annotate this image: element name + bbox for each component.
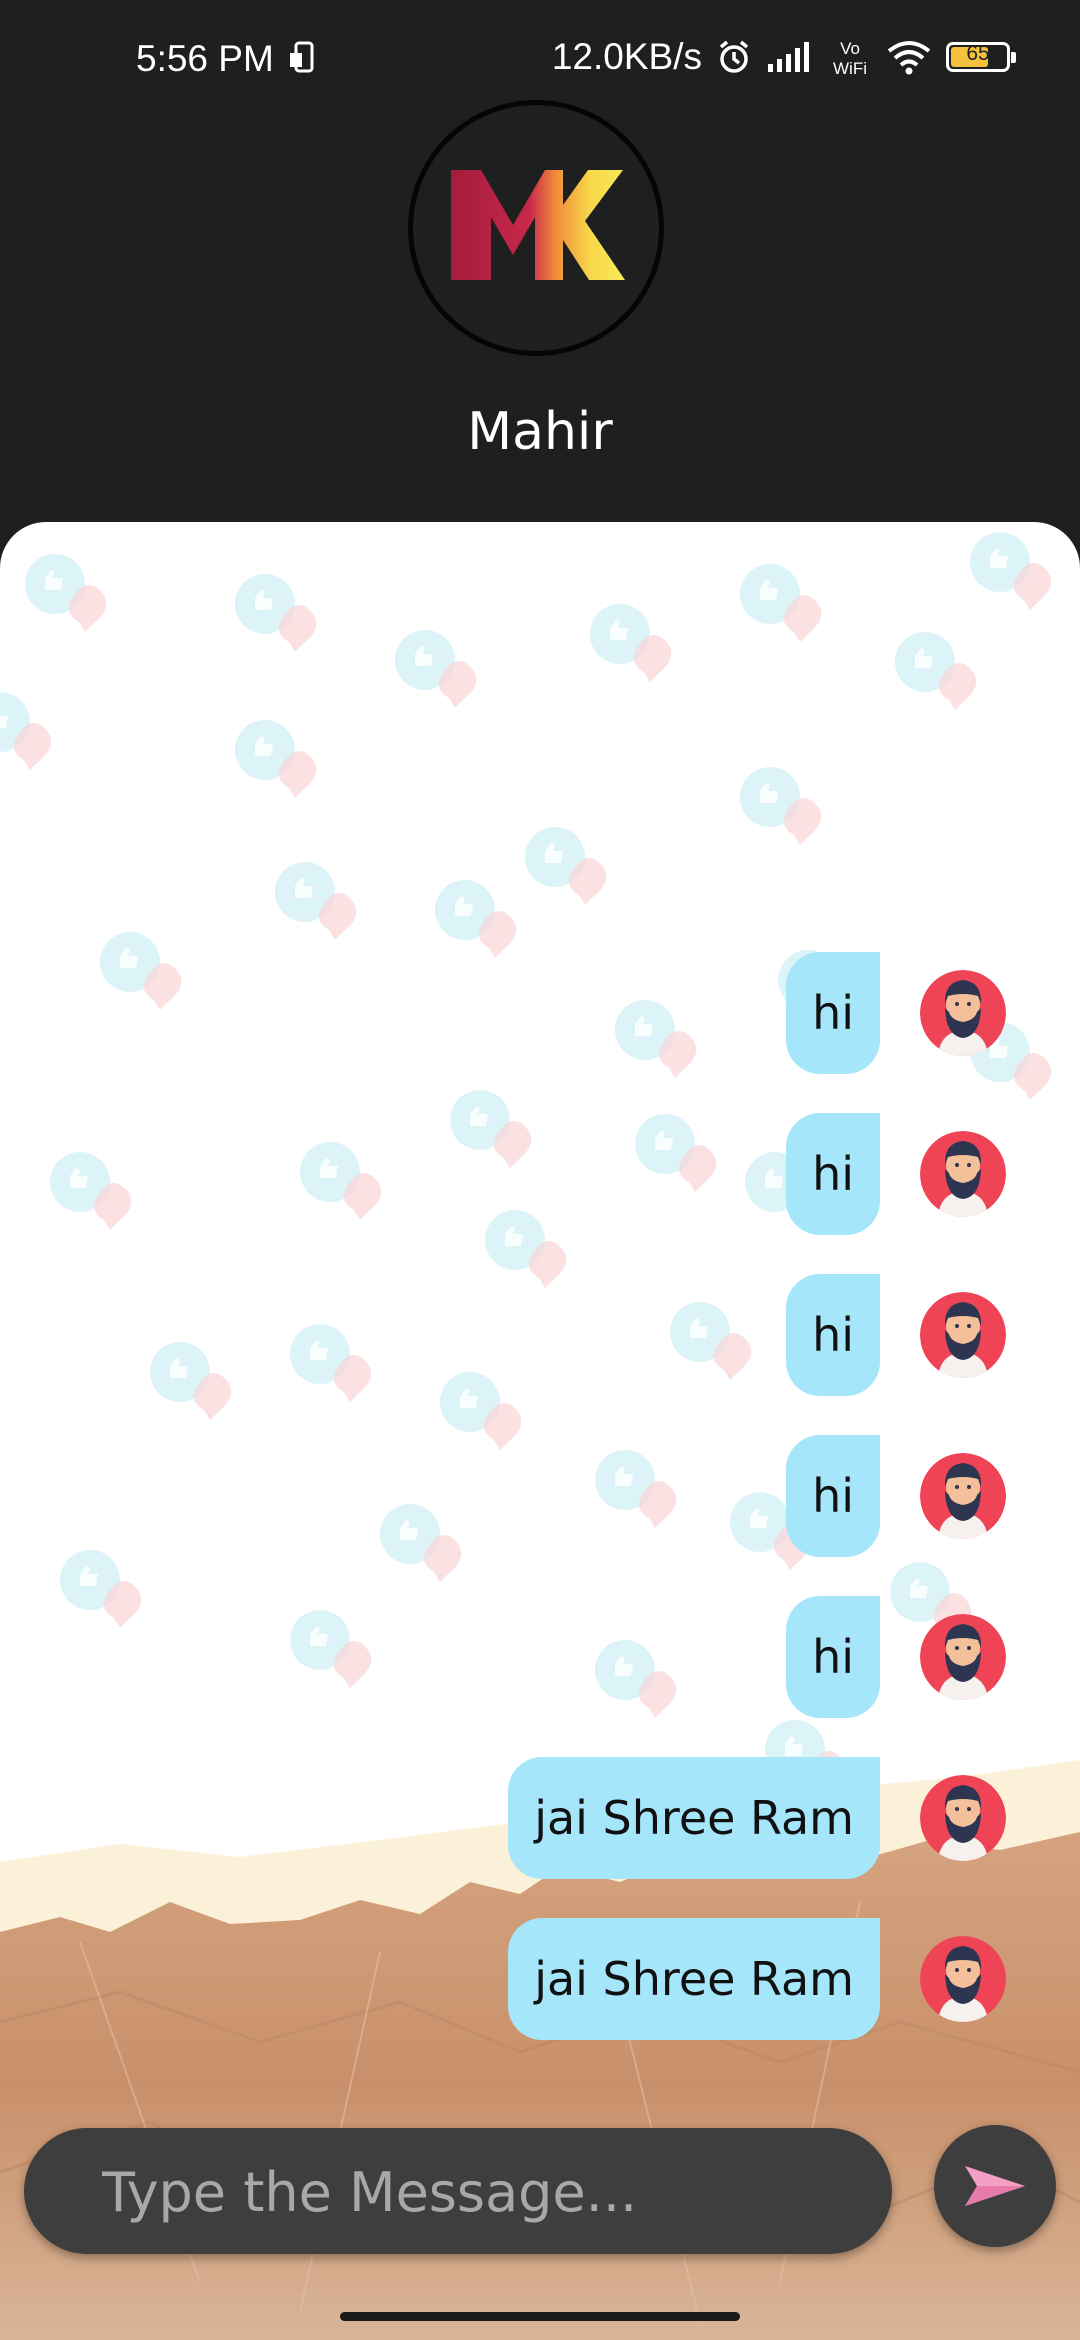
alarm-icon: [719, 40, 749, 73]
message-text: hi: [812, 1469, 854, 1523]
message-bubble[interactable]: hi: [786, 1435, 880, 1557]
sender-avatar: [920, 1131, 1006, 1217]
sender-avatar: [920, 1775, 1006, 1861]
sender-avatar: [920, 1453, 1006, 1539]
battery-icon: 65: [946, 42, 1016, 72]
contact-name: Mahir: [467, 402, 613, 462]
svg-text:Vo: Vo: [840, 39, 860, 58]
chat-panel: hi hi hi hi hi jai Shree Ram jai Shree Ram: [0, 522, 1080, 2340]
message-bubble[interactable]: hi: [786, 1113, 880, 1235]
message-text: hi: [812, 986, 854, 1040]
sender-avatar: [920, 970, 1006, 1056]
message-composer: [24, 2128, 892, 2256]
wifi-icon: [887, 41, 931, 75]
network-speed: 12.0KB/s: [551, 36, 702, 77]
message-input[interactable]: [100, 2128, 864, 2256]
send-button[interactable]: [934, 2125, 1056, 2247]
paper-texture-background: [0, 1760, 1080, 2340]
message-text: jai Shree Ram: [534, 1791, 854, 1845]
sender-avatar: [920, 1614, 1006, 1700]
message-bubble[interactable]: hi: [786, 952, 880, 1074]
status-icons: 12.0KB/s Vo WiFi 65: [551, 36, 1016, 78]
vowifi-icon: Vo WiFi: [833, 39, 867, 77]
message-bubble[interactable]: hi: [786, 1274, 880, 1396]
status-time: 5:56 PM: [136, 38, 318, 80]
message-text: hi: [812, 1630, 854, 1684]
sender-avatar: [920, 1936, 1006, 2022]
status-time-text: 5:56 PM: [136, 38, 274, 79]
message-bubble[interactable]: hi: [786, 1596, 880, 1718]
message-bubble[interactable]: jai Shree Ram: [508, 1918, 880, 2040]
message-text: jai Shree Ram: [534, 1952, 854, 2006]
message-text: hi: [812, 1308, 854, 1362]
sender-avatar: [920, 1292, 1006, 1378]
contact-avatar-logo[interactable]: [408, 100, 664, 356]
battery-level: 65: [966, 42, 990, 65]
home-indicator: [340, 2312, 740, 2321]
message-bubble[interactable]: jai Shree Ram: [508, 1757, 880, 1879]
svg-text:WiFi: WiFi: [833, 59, 867, 77]
message-text: hi: [812, 1147, 854, 1201]
send-icon: [965, 2166, 1025, 2206]
signal-icon: [768, 42, 809, 72]
chat-screen: 5:56 PM 12.0KB/s Vo WiFi 65 Mahir hi hi …: [0, 0, 1080, 2340]
screenshot-icon: [290, 41, 314, 73]
